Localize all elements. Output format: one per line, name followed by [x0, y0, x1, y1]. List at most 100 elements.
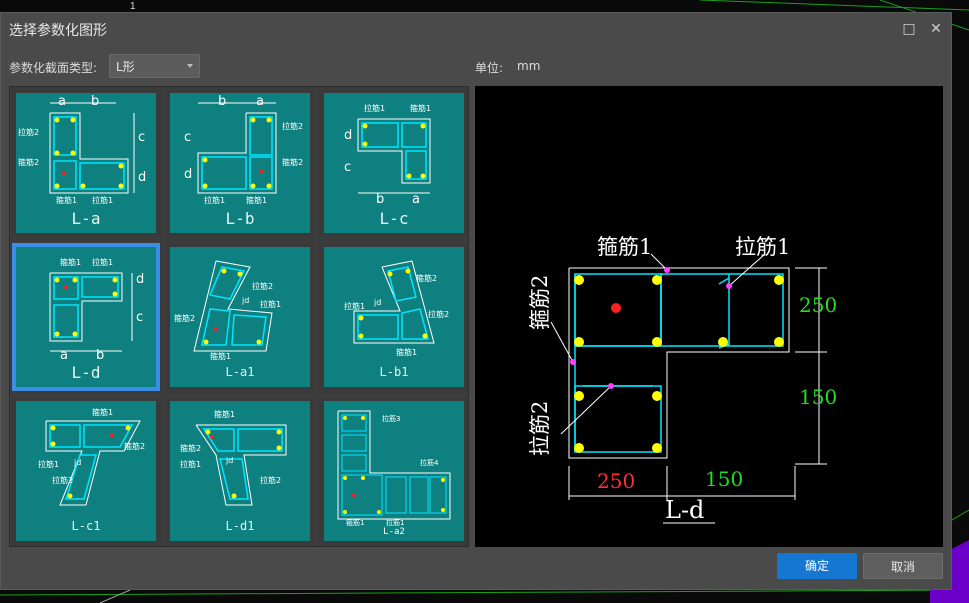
thumbnail-label: L-b [225, 209, 255, 228]
section-type-value: L形 [116, 60, 135, 74]
thumbnail-label: L-d [71, 363, 101, 382]
thumbnail-l-c[interactable]: 拉筋1 箍筋1 d c b a L-c [320, 89, 468, 237]
dim-a: a [58, 94, 66, 109]
title-bar: 选择参数化图形 □ ✕ [1, 13, 951, 47]
stirrup2-label: 箍筋2 [416, 273, 437, 283]
dim-d: d [184, 167, 192, 182]
thumbnail-label: L-a [71, 209, 101, 228]
thumbnail-label: L-d1 [225, 519, 255, 533]
stirrup2-label: 箍筋2 [174, 313, 195, 323]
thumbnail-l-a2[interactable]: 拉筋3 拉筋4 箍筋1 拉筋1 L-a2 [320, 397, 468, 545]
chevron-down-icon [187, 64, 193, 68]
close-icon[interactable]: ✕ [926, 19, 946, 39]
svg-text:1: 1 [130, 1, 136, 12]
unit-value: mm [517, 59, 541, 73]
stirrup1-label: 箍筋1 [396, 347, 417, 357]
dim-b: b [376, 192, 384, 207]
stirrup1-label: 箍筋1 [60, 257, 81, 267]
dialog-title: 选择参数化图形 [9, 23, 107, 39]
thumbnail-l-a[interactable]: a b c d 拉筋2 箍筋2 箍筋1 拉筋1 L-a [12, 89, 160, 237]
stirrup2-label: 箍筋2 [282, 157, 303, 167]
thumbnail-l-a1[interactable]: 拉筋2 jd 拉筋1 箍筋2 箍筋1 L-a1 [166, 243, 314, 391]
stirrup1-label: 箍筋1 [210, 351, 231, 361]
tie1-label: 拉筋1 [92, 195, 113, 205]
tie1-label: 拉筋1 [38, 459, 59, 469]
dim-bottom-left: 250 [597, 469, 635, 493]
center-marker [611, 303, 621, 313]
stirrup1-label: 箍筋1 [346, 518, 364, 527]
dim-c: c [136, 310, 143, 325]
section-type-select[interactable]: L形 [109, 54, 200, 78]
cancel-button[interactable]: 取消 [863, 553, 943, 579]
stirrup1-label: 箍筋1 [56, 195, 77, 205]
dim-d: d [136, 272, 144, 287]
jd-label: jd [73, 458, 81, 467]
tie1-label: 拉筋1 [344, 301, 365, 311]
dim-bottom-right: 150 [705, 467, 743, 491]
tie2-label: 拉筋2 [18, 127, 39, 137]
thumbnail-l-b1[interactable]: 箍筋2 jd 拉筋1 拉筋2 箍筋1 L-b1 [320, 243, 468, 391]
tie1-label: 拉筋1 [364, 103, 385, 113]
tie2-label: 拉筋2 [428, 309, 449, 319]
l-d-preview-drawing: 箍筋1 拉筋1 箍筋2 拉筋2 250 150 250 150 L-d [528, 235, 837, 524]
dim-d: d [344, 128, 352, 143]
tie1-label: 拉筋1 [92, 257, 113, 267]
preview-tie1-label: 拉筋1 [735, 235, 790, 259]
unit-label: 单位: [475, 61, 504, 75]
tie1-label: 拉筋1 [386, 518, 404, 527]
dim-b: b [91, 94, 99, 109]
tie1-label: 拉筋1 [204, 195, 225, 205]
tie2-label: 拉筋2 [252, 281, 273, 291]
section-outline [568, 267, 790, 459]
thumbnail-l-c1[interactable]: 箍筋1 箍筋2 拉筋1 jd 拉筋2 L-c1 [12, 397, 160, 545]
dim-d: d [138, 170, 146, 185]
stirrup2-label: 箍筋2 [18, 157, 39, 167]
thumbnail-label: L-c1 [71, 519, 101, 533]
tie2-label: 拉筋2 [52, 475, 73, 485]
stirrup2-label: 箍筋2 [180, 443, 201, 453]
tie2-label: 拉筋2 [260, 475, 281, 485]
stirrup1-rect-right [660, 273, 784, 347]
stirrup1-label: 箍筋1 [410, 103, 431, 113]
stirrup1-label: 箍筋1 [246, 195, 267, 205]
dim-c: c [138, 130, 145, 145]
thumbnail-label: L-a1 [225, 365, 255, 379]
maximize-icon[interactable]: □ [899, 19, 919, 39]
preview-stirrup1-label: 箍筋1 [597, 235, 652, 259]
select-parametric-shape-dialog: 选择参数化图形 □ ✕ 参数化截面类型: L形 单位: mm a b c d 拉… [0, 12, 952, 590]
dim-a: a [256, 94, 264, 109]
thumbnail-label: L-c [379, 209, 409, 228]
tie4-label: 拉筋4 [420, 458, 439, 467]
shape-thumbnail-grid: a b c d 拉筋2 箍筋2 箍筋1 拉筋1 L-a b a c d 拉筋2 … [9, 86, 469, 547]
dim-right-bottom: 150 [799, 385, 837, 409]
dim-a: a [412, 192, 420, 207]
l-a2-drawing: 拉筋3 拉筋4 箍筋1 拉筋1 [337, 410, 451, 527]
jd-label: jd [241, 296, 249, 305]
thumbnail-l-b[interactable]: b a c d 拉筋2 箍筋2 拉筋1 箍筋1 L-b [166, 89, 314, 237]
tie3-label: 拉筋3 [382, 414, 400, 423]
shape-preview-panel: 箍筋1 拉筋1 箍筋2 拉筋2 250 150 250 150 L-d [475, 86, 943, 547]
jd-label: jd [373, 298, 381, 307]
tie1-label: 拉筋1 [180, 459, 201, 469]
dim-c: c [184, 130, 191, 145]
thumbnail-label: L-a2 [383, 527, 405, 537]
tie2-label: 拉筋2 [282, 121, 303, 131]
dim-a: a [60, 348, 68, 363]
stirrup2-label: 箍筋2 [124, 441, 145, 451]
dim-b: b [218, 94, 226, 109]
dim-c: c [344, 160, 351, 175]
stirrup1-label: 箍筋1 [214, 409, 235, 419]
preview-tie2-label: 拉筋2 [528, 401, 552, 456]
preview-shape-name: L-d [665, 496, 704, 524]
jd-label: jd [225, 456, 233, 465]
dim-b: b [96, 348, 104, 363]
stirrup1-label: 箍筋1 [92, 407, 113, 417]
thumbnail-label: L-b1 [379, 365, 409, 379]
thumbnail-l-d1[interactable]: 箍筋1 箍筋2 jd 拉筋1 拉筋2 L-d1 [166, 397, 314, 545]
ok-button[interactable]: 确定 [777, 553, 857, 579]
stirrup2-rect [574, 385, 662, 453]
preview-stirrup2-label: 箍筋2 [528, 275, 552, 330]
dim-right-top: 250 [799, 293, 837, 317]
tie1-label: 拉筋1 [260, 299, 281, 309]
thumbnail-l-d[interactable]: 箍筋1 拉筋1 d c a b L-d [12, 243, 160, 391]
